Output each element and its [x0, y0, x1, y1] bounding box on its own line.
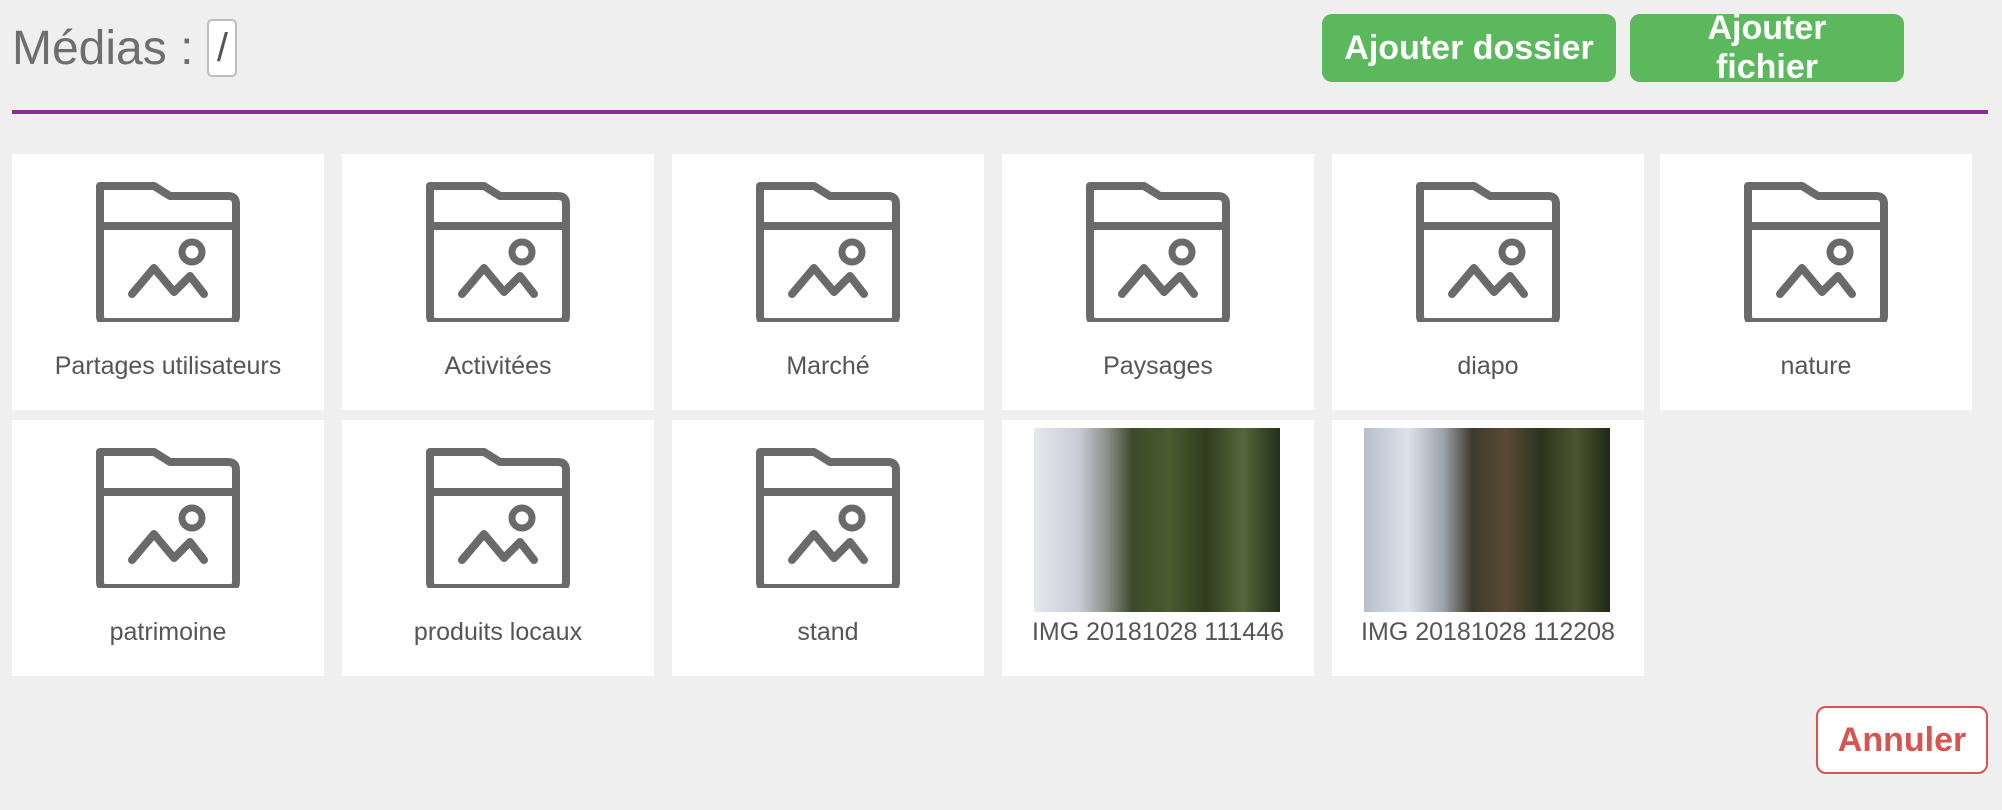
add-folder-button[interactable]: Ajouter dossier — [1322, 14, 1616, 82]
folder-tile[interactable]: Partages utilisateurs — [12, 154, 324, 410]
folder-tile[interactable]: diapo — [1332, 154, 1644, 410]
folder-tile[interactable]: Paysages — [1002, 154, 1314, 410]
tile-label: Partages utilisateurs — [54, 352, 282, 380]
title-label: Médias : — [12, 21, 194, 75]
current-path[interactable]: / — [207, 19, 238, 77]
tile-label: Activitées — [444, 352, 552, 380]
folder-tile[interactable]: Marché — [672, 154, 984, 410]
photo-thumbnail — [1034, 428, 1280, 612]
tile-label: IMG 20181028 111446 — [1031, 618, 1285, 646]
folder-tile[interactable]: patrimoine — [12, 420, 324, 676]
folder-image-icon — [1416, 182, 1560, 322]
tile-label: diapo — [1457, 352, 1519, 380]
folder-image-icon — [1744, 182, 1888, 322]
image-tile[interactable]: IMG 20181028 112208 — [1332, 420, 1644, 676]
folder-image-icon — [756, 448, 900, 588]
tile-label: IMG 20181028 112208 — [1361, 618, 1615, 646]
folder-image-icon — [1086, 182, 1230, 322]
image-tile[interactable]: IMG 20181028 111446 — [1002, 420, 1314, 676]
folder-image-icon — [96, 448, 240, 588]
photo-thumbnail — [1364, 428, 1610, 612]
folder-image-icon — [756, 182, 900, 322]
cancel-button[interactable]: Annuler — [1816, 706, 1988, 774]
tile-label: nature — [1780, 352, 1852, 380]
folder-image-icon — [96, 182, 240, 322]
tile-label: Marché — [786, 352, 870, 380]
folder-tile[interactable]: stand — [672, 420, 984, 676]
tile-label: produits locaux — [413, 618, 583, 646]
tile-label: stand — [797, 618, 859, 646]
add-file-button[interactable]: Ajouter fichier — [1630, 9, 1904, 86]
folder-tile[interactable]: Activitées — [342, 154, 654, 410]
folder-tile[interactable]: nature — [1660, 154, 1972, 410]
folder-tile[interactable]: produits locaux — [342, 420, 654, 676]
media-header: Médias : / Ajouter dossier Ajouter fichi… — [12, 0, 1988, 114]
media-browser: Médias : / Ajouter dossier Ajouter fichi… — [0, 0, 2002, 810]
page-title: Médias : / — [12, 18, 238, 78]
tile-label: patrimoine — [109, 618, 227, 646]
folder-image-icon — [426, 448, 570, 588]
folder-image-icon — [426, 182, 570, 322]
tile-label: Paysages — [1103, 352, 1213, 380]
